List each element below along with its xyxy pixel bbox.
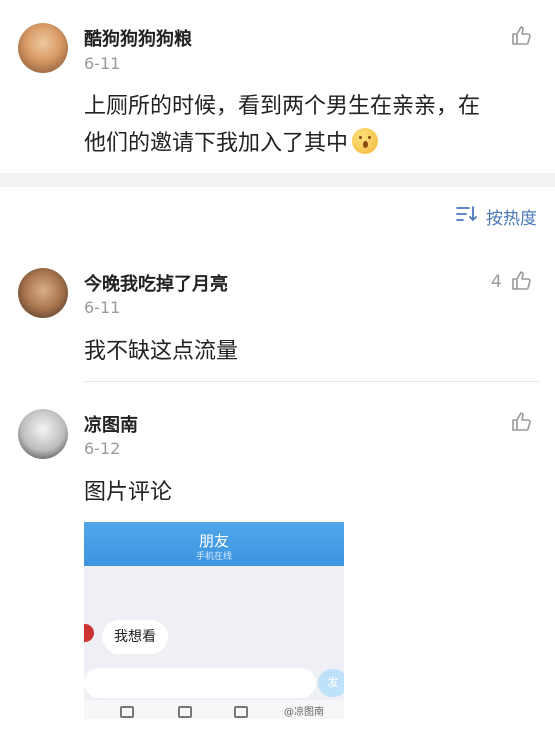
- comment-date: 6-12: [84, 439, 121, 458]
- sort-label: 按热度: [486, 208, 537, 229]
- image-chat-input: [84, 668, 316, 698]
- image-chat-bubble: 我想看: [102, 620, 168, 654]
- post-date: 6-11: [84, 54, 121, 73]
- gift-icon: [234, 706, 248, 718]
- comment-username[interactable]: 今晚我吃掉了月亮: [84, 270, 228, 296]
- post-avatar[interactable]: [18, 23, 68, 73]
- comment-date: 6-11: [84, 298, 121, 317]
- comment-content: 图片评论: [84, 480, 173, 505]
- sort-icon: [456, 205, 478, 227]
- sort-by-heat-button[interactable]: 按热度: [456, 204, 537, 229]
- post-content: 上厕所的时候，看到两个男生在亲亲，在 他们的邀请下我加入了其中: [84, 88, 534, 162]
- comment-username[interactable]: 凉图南: [84, 411, 138, 437]
- comment-like-count: 4: [491, 272, 502, 292]
- post-like-icon[interactable]: [510, 24, 532, 46]
- camera-icon: [178, 706, 192, 718]
- comment-like-icon[interactable]: [510, 410, 532, 432]
- section-separator: [0, 173, 555, 187]
- post-content-line1: 上厕所的时候，看到两个男生在亲亲，在: [84, 94, 481, 119]
- comment-avatar[interactable]: [18, 268, 68, 318]
- image-chat-subtitle: 手机在线: [195, 552, 232, 562]
- post-username[interactable]: 酷狗狗狗狗粮: [84, 25, 192, 51]
- comment-divider: [84, 381, 539, 382]
- post-content-line2-text: 他们的邀请下我加入了其中: [84, 131, 349, 156]
- comment-like-icon[interactable]: [510, 269, 532, 291]
- image-chat-title: 朋友: [198, 532, 229, 550]
- comment-image[interactable]: 朋友 手机在线 我想看 发 @凉图南: [84, 522, 344, 719]
- image-chat-avatar: [84, 624, 94, 642]
- comment-avatar[interactable]: [18, 409, 68, 459]
- image-icon: [120, 706, 134, 718]
- image-watermark: @凉图南: [284, 707, 324, 718]
- post-content-line2: 他们的邀请下我加入了其中: [84, 125, 534, 162]
- surprised-emoji-icon: [352, 128, 379, 154]
- image-chat-header: 朋友 手机在线: [84, 522, 344, 566]
- image-chat-send: 发: [318, 669, 344, 697]
- comment-content: 我不缺这点流量: [84, 339, 239, 364]
